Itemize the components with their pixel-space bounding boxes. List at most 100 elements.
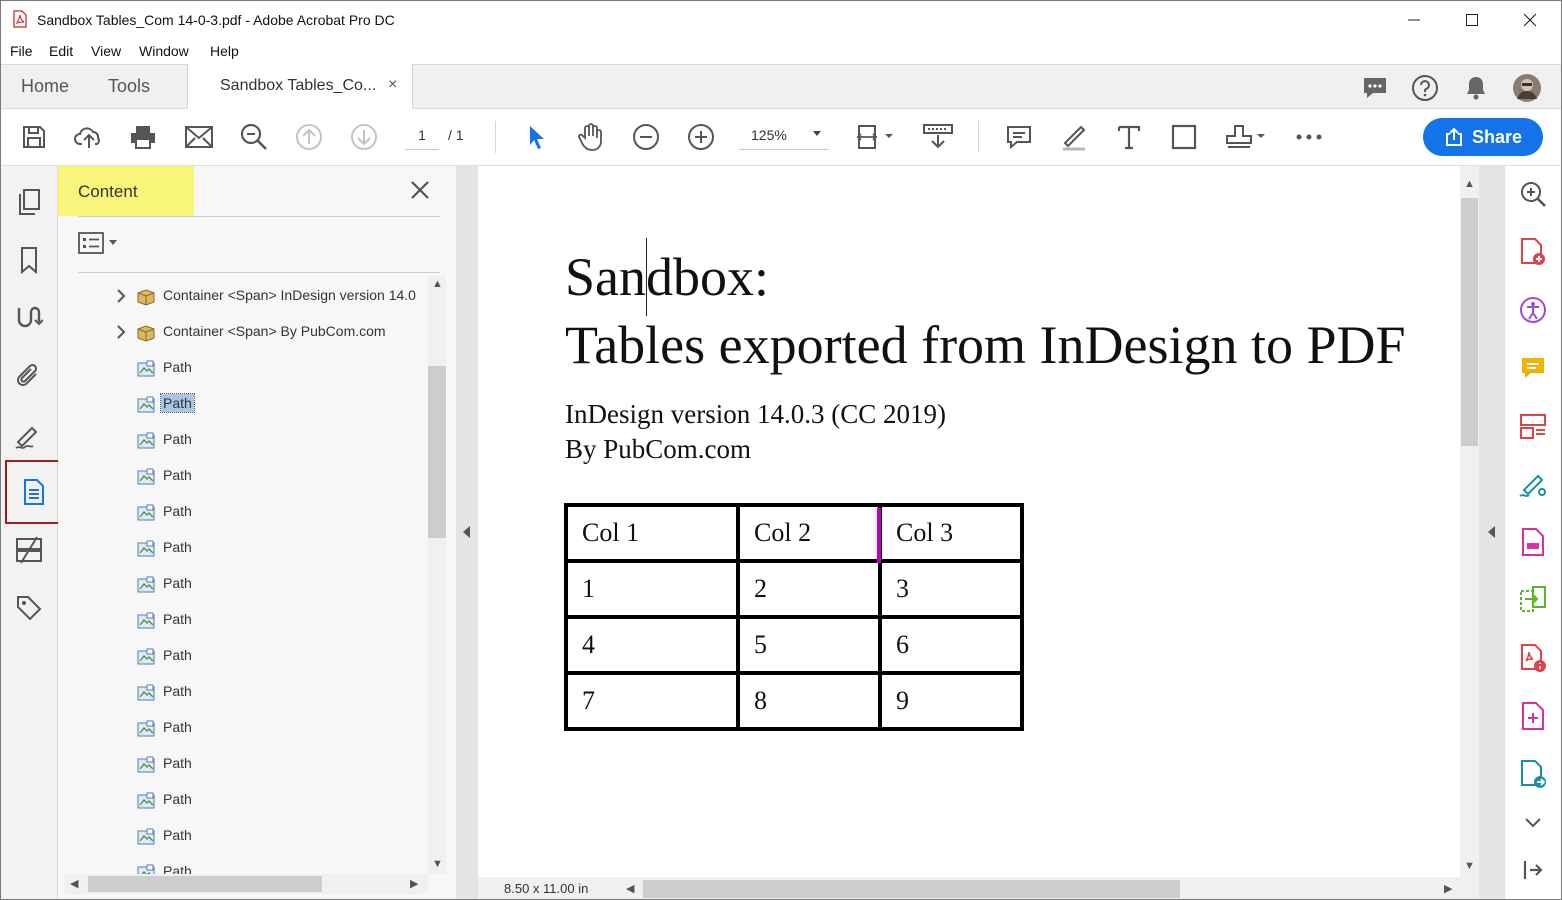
tab-document[interactable]: Sandbox Tables_Co... × xyxy=(187,64,413,110)
signatures-pen-icon[interactable] xyxy=(11,418,47,454)
scrolling-mode-icon[interactable] xyxy=(921,121,955,153)
tree-path-item[interactable]: Path xyxy=(58,348,428,384)
tree-path-item[interactable]: Path xyxy=(58,852,428,876)
next-page-icon[interactable] xyxy=(348,121,380,153)
document-vertical-scrollbar[interactable]: ▲ ▼ xyxy=(1460,166,1479,877)
scroll-down-arrow[interactable]: ▼ xyxy=(432,858,443,870)
add-text-icon[interactable] xyxy=(1113,121,1145,153)
collapse-left-icon[interactable] xyxy=(462,526,471,538)
accessibility-icon[interactable] xyxy=(1517,294,1549,326)
scroll-right-arrow[interactable]: ▶ xyxy=(410,877,418,890)
stamp-icon[interactable] xyxy=(1223,121,1269,153)
menu-view[interactable]: View xyxy=(91,43,121,59)
tree-path-item[interactable]: Path xyxy=(58,708,428,744)
tree-path-item[interactable]: Path xyxy=(58,672,428,708)
comment-icon[interactable] xyxy=(1003,121,1035,153)
horizontal-scrollbar-thumb[interactable] xyxy=(643,880,1180,898)
scrollbar-thumb[interactable] xyxy=(88,876,322,892)
upload-cloud-icon[interactable] xyxy=(73,121,105,153)
user-avatar[interactable] xyxy=(1512,73,1542,103)
page-thumbnails-icon[interactable] xyxy=(11,184,47,220)
comments-chat-icon[interactable] xyxy=(1360,73,1390,103)
fill-sign-icon[interactable] xyxy=(1517,468,1549,500)
scroll-up-arrow[interactable]: ▲ xyxy=(1464,178,1475,190)
comment-tool-icon[interactable] xyxy=(1517,352,1549,384)
bookmarks-icon[interactable] xyxy=(11,242,47,278)
zoom-in-icon[interactable] xyxy=(685,121,717,153)
find-zoom-icon[interactable] xyxy=(238,121,270,153)
scroll-right-arrow[interactable]: ▶ xyxy=(1444,882,1452,895)
share-button[interactable]: Share xyxy=(1423,118,1543,156)
tree-path-item[interactable]: Path xyxy=(58,528,428,564)
tree-path-item[interactable]: Path xyxy=(58,636,428,672)
search-zoom-icon[interactable] xyxy=(1517,178,1549,210)
tree-path-item[interactable]: Path xyxy=(58,456,428,492)
order-reading-icon[interactable] xyxy=(11,300,47,336)
document-page[interactable]: Sandbox: Tables exported from InDesign t… xyxy=(478,166,1460,877)
tree-path-item[interactable]: Path xyxy=(58,420,428,456)
more-tools-chevron-icon[interactable] xyxy=(1517,806,1549,838)
create-pdf-icon[interactable] xyxy=(1517,236,1549,268)
fit-page-icon[interactable] xyxy=(851,121,897,153)
panel-vertical-scrollbar[interactable]: ▲ ▼ xyxy=(428,276,446,874)
menu-file[interactable]: File xyxy=(10,43,33,59)
expand-chevron-icon[interactable] xyxy=(116,289,126,308)
tree-container-item[interactable]: Container <Span> By PubCom.com xyxy=(58,312,428,348)
hand-tool-icon[interactable] xyxy=(575,121,607,153)
select-pointer-icon[interactable] xyxy=(521,121,553,153)
tab-tools[interactable]: Tools xyxy=(108,76,150,97)
zoom-level-select[interactable]: 125% xyxy=(739,127,829,150)
attachments-paperclip-icon[interactable] xyxy=(11,358,47,394)
rectangle-shape-icon[interactable] xyxy=(1168,121,1200,153)
print-icon[interactable] xyxy=(127,121,159,153)
tab-home[interactable]: Home xyxy=(21,76,69,97)
scroll-left-arrow[interactable]: ◀ xyxy=(70,877,78,890)
options-menu-button[interactable] xyxy=(78,232,118,254)
edit-pdf-icon[interactable] xyxy=(1517,526,1549,558)
tree-path-item[interactable]: Path xyxy=(58,780,428,816)
tags-icon[interactable] xyxy=(11,590,47,626)
tree-path-item[interactable]: Path xyxy=(58,564,428,600)
scrollbar-thumb[interactable] xyxy=(1461,198,1478,446)
compare-files-icon[interactable] xyxy=(1517,584,1549,616)
tree-path-item[interactable]: Path xyxy=(58,744,428,780)
close-tab-button[interactable]: × xyxy=(388,76,397,94)
tree-path-item[interactable]: Path xyxy=(58,492,428,528)
tools-pane-splitter[interactable] xyxy=(1479,166,1504,899)
tree-path-item[interactable]: Path xyxy=(58,600,428,636)
organize-pages-icon[interactable] xyxy=(1517,410,1549,442)
panel-splitter[interactable] xyxy=(456,166,478,899)
previous-page-icon[interactable] xyxy=(293,121,325,153)
scrollbar-thumb[interactable] xyxy=(428,366,446,538)
tree-container-item[interactable]: Container <Span> InDesign version 14.0 xyxy=(58,276,428,312)
menu-help[interactable]: Help xyxy=(210,43,239,59)
highlight-pen-icon[interactable] xyxy=(1058,121,1090,153)
maximize-button[interactable] xyxy=(1443,1,1501,39)
collapse-right-icon[interactable] xyxy=(1487,526,1496,538)
content-panel-icon[interactable] xyxy=(5,460,62,524)
zoom-out-icon[interactable] xyxy=(630,121,662,153)
enhance-scan-icon[interactable] xyxy=(1517,700,1549,732)
menu-edit[interactable]: Edit xyxy=(49,43,73,59)
notifications-bell-icon[interactable] xyxy=(1461,73,1491,103)
minimize-button[interactable] xyxy=(1385,1,1443,39)
tree-path-item[interactable]: Path xyxy=(58,816,428,852)
page-number-input[interactable]: 1 xyxy=(405,127,439,150)
close-panel-icon[interactable] xyxy=(408,178,432,207)
scroll-down-arrow[interactable]: ▼ xyxy=(1464,860,1475,872)
expand-chevron-icon[interactable] xyxy=(116,325,126,344)
scroll-left-arrow[interactable]: ◀ xyxy=(626,882,634,895)
close-window-button[interactable] xyxy=(1501,1,1559,39)
menu-window[interactable]: Window xyxy=(139,43,189,59)
scroll-up-arrow[interactable]: ▲ xyxy=(432,278,443,290)
tree-path-item[interactable]: Path xyxy=(58,384,428,420)
export-pdf-icon[interactable] xyxy=(1517,642,1549,674)
save-icon[interactable] xyxy=(18,121,50,153)
email-icon[interactable] xyxy=(183,121,215,153)
help-icon[interactable] xyxy=(1410,73,1440,103)
collapse-tools-pane-icon[interactable] xyxy=(1517,854,1549,886)
send-for-review-icon[interactable] xyxy=(1517,758,1549,790)
panel-horizontal-scrollbar[interactable]: ◀ ▶ xyxy=(64,874,428,894)
more-tools-icon[interactable] xyxy=(1293,121,1325,153)
layers-compare-icon[interactable] xyxy=(11,532,47,568)
